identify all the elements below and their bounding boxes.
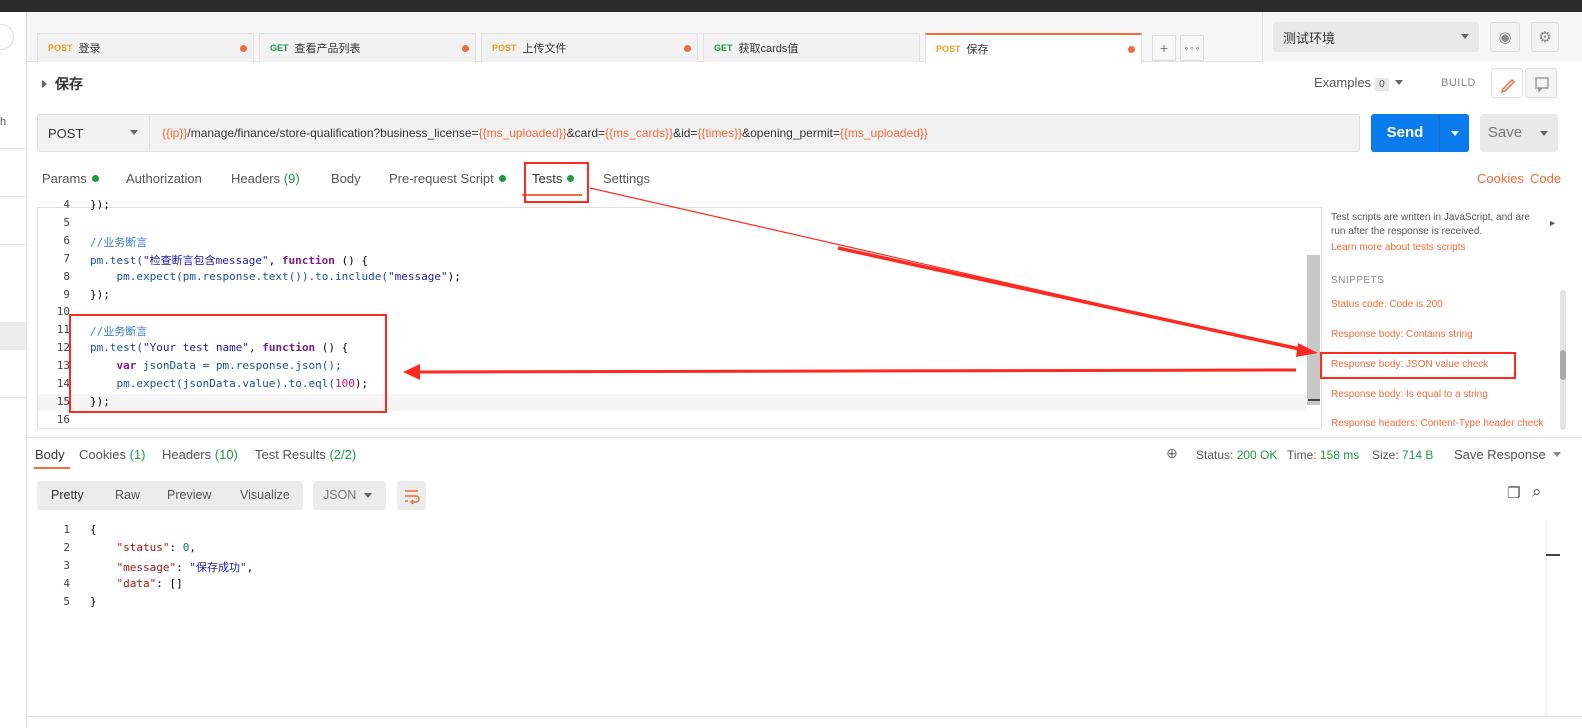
annotation-box-tests-tab <box>524 162 589 203</box>
annotation-box-code <box>69 314 387 413</box>
annotation-arrow-shaft <box>837 246 1305 352</box>
annotation-arrowhead <box>403 364 420 380</box>
annotation-box-snippet <box>1320 352 1516 379</box>
annotation-arrowhead <box>1296 343 1318 357</box>
annotation-arrow-shaft <box>417 368 1297 374</box>
annotation-overlay <box>69 162 1516 413</box>
